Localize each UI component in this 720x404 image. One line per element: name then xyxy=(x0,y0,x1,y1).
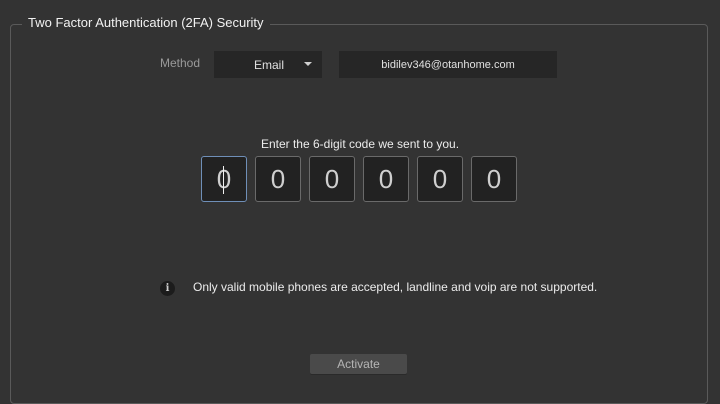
method-select[interactable]: Email xyxy=(214,51,322,78)
code-digit-4[interactable]: 0 xyxy=(363,156,409,202)
section-title: Two Factor Authentication (2FA) Security xyxy=(22,15,270,30)
code-digit-6[interactable]: 0 xyxy=(471,156,517,202)
activate-button[interactable]: Activate xyxy=(310,354,407,374)
chevron-down-icon xyxy=(304,62,312,66)
info-icon: i xyxy=(160,281,175,296)
code-prompt: Enter the 6-digit code we sent to you. xyxy=(260,137,460,151)
code-digit-1[interactable]: 0 xyxy=(201,156,247,202)
code-digit-5[interactable]: 0 xyxy=(417,156,463,202)
contact-value: bidilev346@otanhome.com xyxy=(381,58,515,71)
method-label: Method xyxy=(160,56,201,70)
contact-field[interactable]: bidilev346@otanhome.com xyxy=(339,51,557,78)
code-digit-2[interactable]: 0 xyxy=(255,156,301,202)
code-digit-3[interactable]: 0 xyxy=(309,156,355,202)
text-caret xyxy=(223,166,224,194)
method-selected-value: Email xyxy=(254,57,285,72)
code-input-group: 0 0 0 0 0 0 xyxy=(201,156,517,202)
section-frame xyxy=(10,24,708,404)
info-text: Only valid mobile phones are accepted, l… xyxy=(193,280,598,294)
